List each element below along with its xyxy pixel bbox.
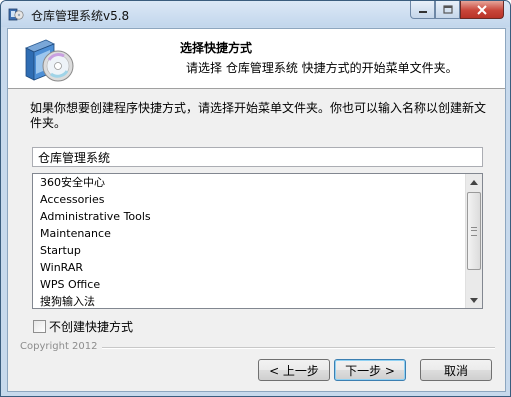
window-title: 仓库管理系统v5.8 bbox=[31, 9, 130, 23]
list-item[interactable]: WinRAR bbox=[33, 259, 466, 276]
list-item[interactable]: WPS Office bbox=[33, 276, 466, 293]
title-bar[interactable]: 仓库管理系统v5.8 bbox=[1, 1, 510, 27]
copyright-text: Copyright 2012 bbox=[20, 341, 102, 352]
page-title: 选择快捷方式 bbox=[180, 41, 253, 55]
maximize-icon bbox=[442, 5, 453, 14]
instruction-text: 如果你想要创建程序快捷方式，请选择开始菜单文件夹。你也可以输入名称以创建新文件夹… bbox=[30, 101, 487, 130]
installer-window: 仓库管理系统v5.8 选择快捷方式 请选择 仓库管理系统 快捷方式的开始菜单文件… bbox=[0, 0, 511, 397]
minimize-button[interactable] bbox=[410, 1, 435, 19]
list-item[interactable]: Startup bbox=[33, 242, 466, 259]
maximize-button[interactable] bbox=[435, 1, 460, 19]
page-subtitle: 请选择 仓库管理系统 快捷方式的开始菜单文件夹。 bbox=[186, 61, 458, 75]
no-shortcut-label[interactable]: 不创建快捷方式 bbox=[49, 318, 133, 335]
wizard-header: 选择快捷方式 请选择 仓库管理系统 快捷方式的开始菜单文件夹。 bbox=[8, 29, 505, 89]
cd-box-icon bbox=[20, 34, 76, 84]
scroll-up-button[interactable] bbox=[466, 174, 482, 190]
no-shortcut-option[interactable]: 不创建快捷方式 bbox=[33, 318, 133, 335]
wizard-page: 选择快捷方式 请选择 仓库管理系统 快捷方式的开始菜单文件夹。 如果你想要创建程… bbox=[7, 28, 506, 392]
next-button[interactable]: 下一步 > bbox=[334, 359, 406, 381]
scroll-down-button[interactable] bbox=[466, 292, 482, 308]
start-menu-folder-input[interactable] bbox=[32, 147, 483, 167]
grip-icon bbox=[471, 227, 477, 236]
close-icon bbox=[477, 4, 487, 15]
window-controls bbox=[410, 1, 504, 20]
minimize-icon bbox=[418, 10, 427, 13]
cancel-button[interactable]: 取消 bbox=[420, 359, 492, 381]
list-item[interactable]: Maintenance bbox=[33, 225, 466, 242]
arrow-down-icon bbox=[470, 297, 478, 303]
installer-icon bbox=[8, 6, 24, 22]
list-item[interactable]: Accessories bbox=[33, 191, 466, 208]
list-item[interactable]: 360安全中心 bbox=[33, 174, 466, 191]
back-button[interactable]: < 上一步 bbox=[258, 359, 330, 381]
scrollbar-thumb[interactable] bbox=[467, 192, 481, 270]
list-item[interactable]: Administrative Tools bbox=[33, 208, 466, 225]
no-shortcut-checkbox[interactable] bbox=[33, 319, 46, 333]
start-menu-folder-list[interactable]: 360安全中心 Accessories Administrative Tools… bbox=[32, 173, 483, 309]
folder-list-items: 360安全中心 Accessories Administrative Tools… bbox=[33, 174, 466, 310]
list-item[interactable]: 搜狗输入法 bbox=[33, 293, 466, 310]
close-button[interactable] bbox=[460, 1, 504, 19]
vertical-scrollbar[interactable] bbox=[465, 174, 482, 308]
arrow-up-icon bbox=[470, 179, 478, 185]
footer: Copyright 2012 bbox=[20, 341, 495, 353]
